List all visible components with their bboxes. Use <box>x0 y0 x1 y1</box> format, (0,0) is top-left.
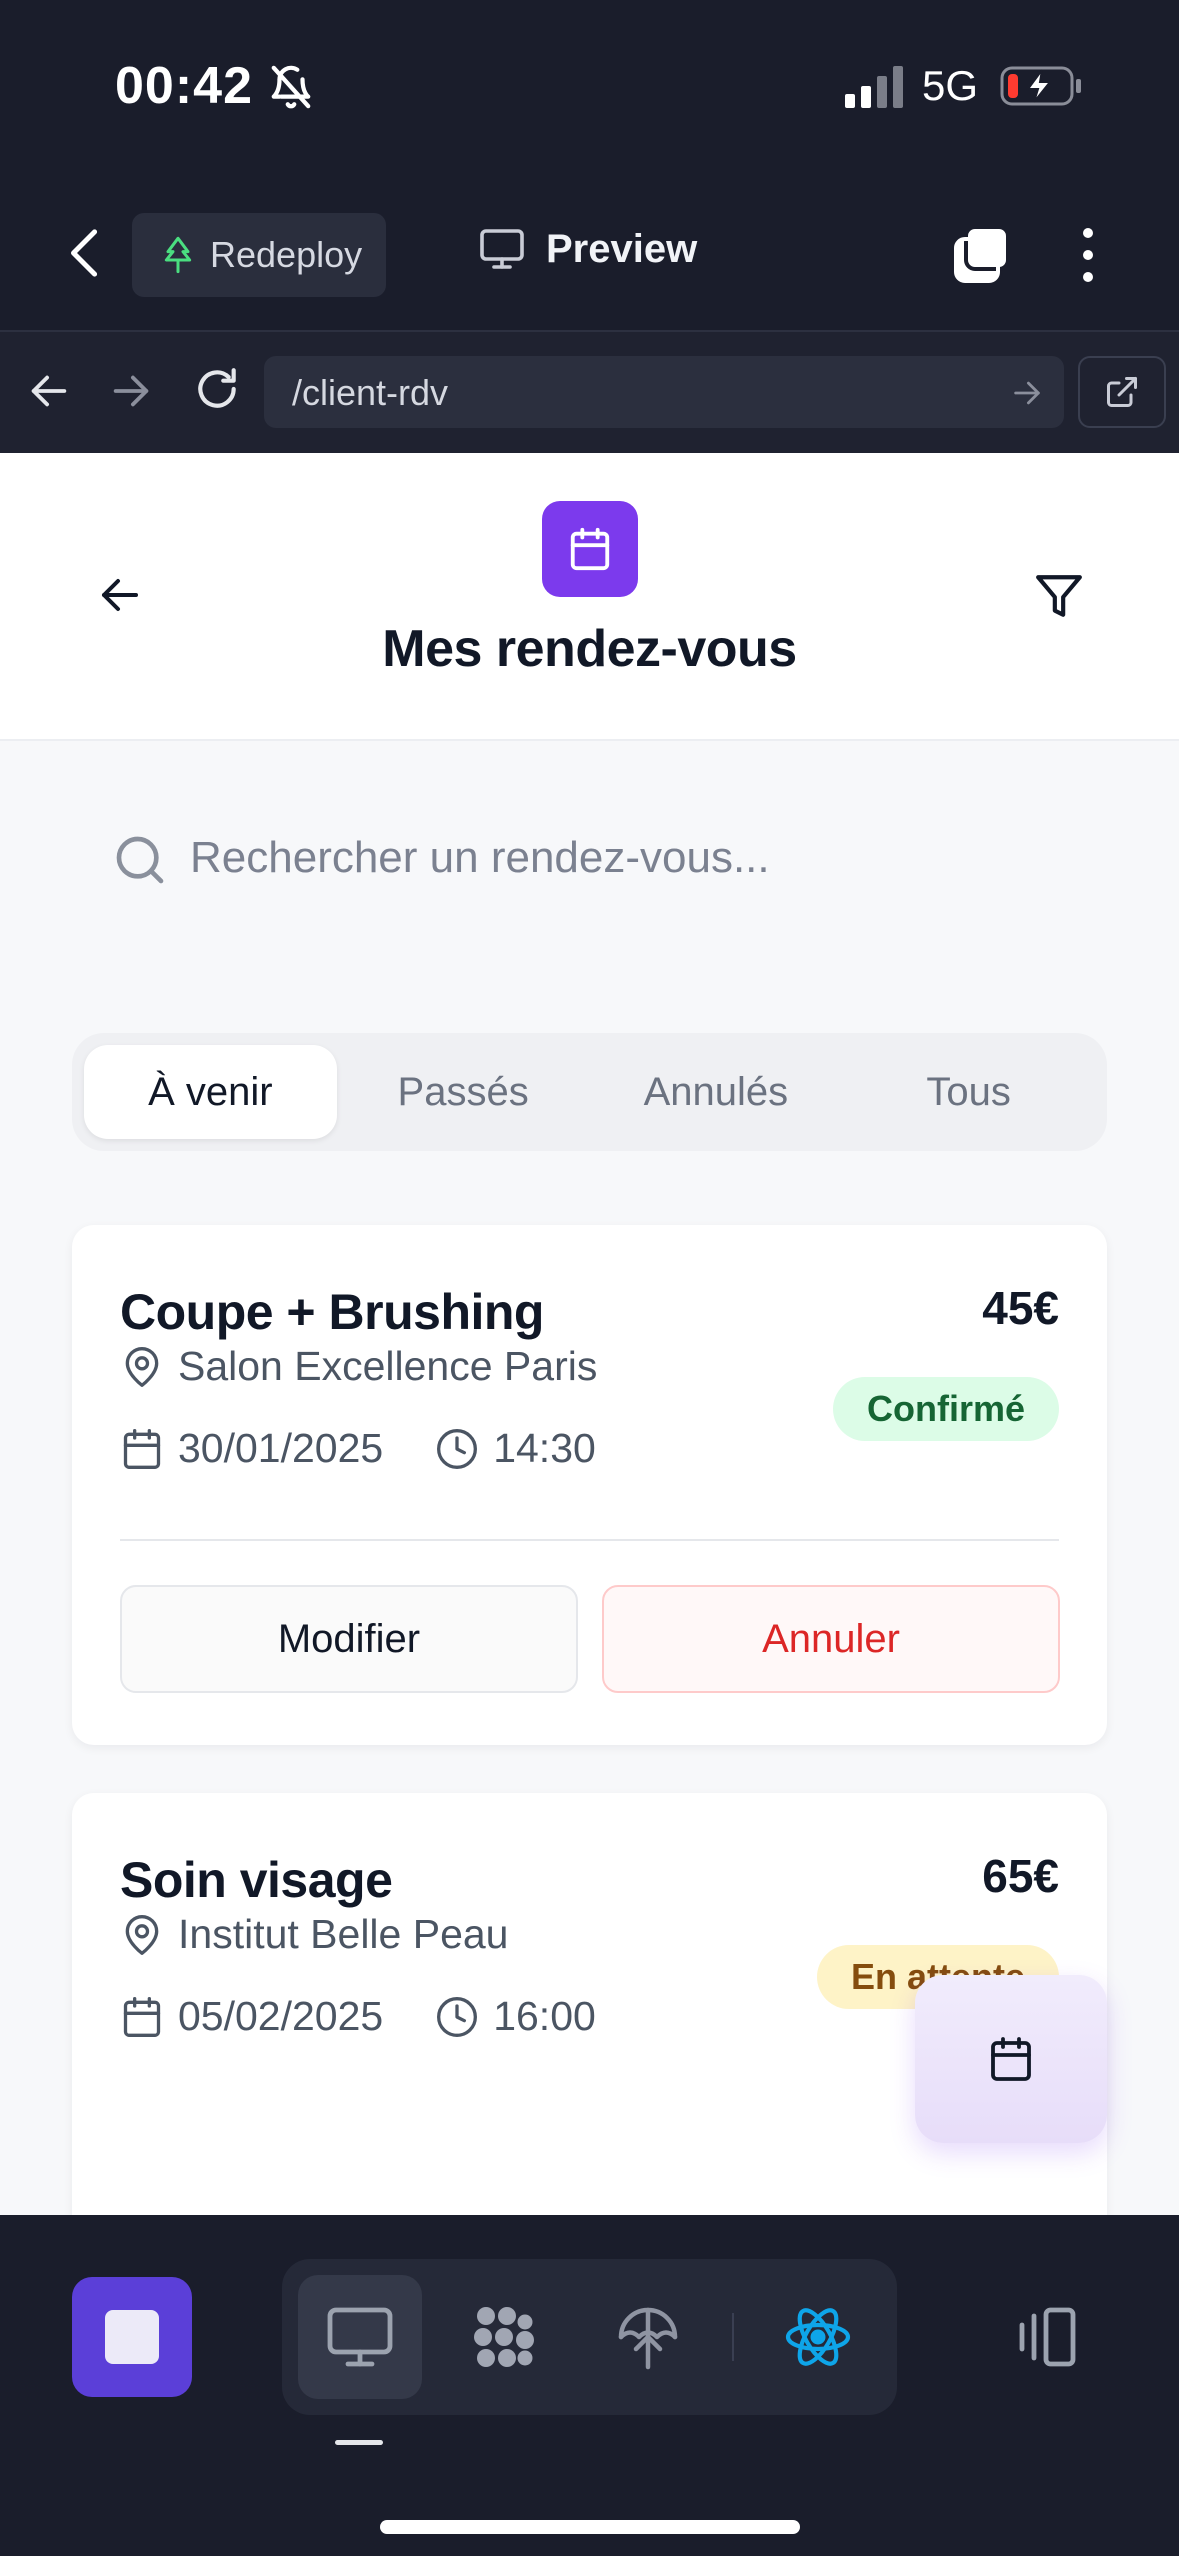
redeploy-button[interactable]: Redeploy <box>132 213 386 297</box>
price: 45€ <box>982 1282 1059 1334</box>
search-icon <box>116 836 164 884</box>
code-view-button[interactable] <box>442 2275 566 2399</box>
map-pin-icon <box>125 1346 159 1387</box>
stop-button[interactable] <box>72 2277 192 2397</box>
bottom-dock <box>0 2215 1179 2556</box>
app-logo <box>542 501 638 597</box>
react-view-button[interactable] <box>756 2275 880 2399</box>
card-divider <box>120 1539 1059 1541</box>
preview-view-button[interactable] <box>298 2275 422 2399</box>
stop-icon <box>105 2310 159 2364</box>
reload-icon[interactable] <box>192 364 242 414</box>
calendar-icon <box>123 1996 161 2037</box>
calendar-icon <box>991 2037 1031 2081</box>
url-field[interactable]: /client-rdv <box>264 356 1064 428</box>
arrow-left-icon[interactable] <box>96 571 144 619</box>
arrow-left-icon[interactable] <box>26 368 72 414</box>
location-text: Salon Excellence Paris <box>178 1343 598 1389</box>
filter-tabs: À venir Passés Annulés Tous <box>72 1033 1107 1151</box>
signal-icon <box>845 66 903 108</box>
bell-slash-icon <box>271 65 311 109</box>
clock-icon <box>437 1996 478 2037</box>
layout-panels-icon[interactable] <box>1010 2301 1082 2373</box>
clock-icon <box>437 1428 478 1469</box>
monitor-icon <box>327 2307 393 2367</box>
tab-upcoming[interactable]: À venir <box>84 1045 337 1139</box>
view-switcher <box>282 2259 897 2415</box>
page-header: Mes rendez-vous <box>0 453 1179 741</box>
deploy-view-button[interactable] <box>586 2275 710 2399</box>
location-row: Salon Excellence Paris <box>120 1343 597 1390</box>
datetime-row: 05/02/2025 16:00 <box>120 1993 596 2040</box>
calendar-icon <box>123 1428 161 1469</box>
redeploy-label: Redeploy <box>210 234 363 275</box>
datetime-row: 30/01/2025 14:30 <box>120 1425 596 1472</box>
map-pin-icon <box>125 1914 159 1955</box>
date-text: 30/01/2025 <box>178 1425 384 1471</box>
service-name: Coupe + Brushing <box>120 1284 544 1340</box>
calendar-icon <box>570 527 610 571</box>
active-indicator <box>335 2440 383 2445</box>
status-time: 00:42 <box>115 57 253 115</box>
modify-button[interactable]: Modifier <box>120 1585 578 1693</box>
more-vertical-icon[interactable] <box>1070 223 1106 287</box>
webview: Mes rendez-vous À venir Passés Annulés T… <box>0 453 1179 2215</box>
status-bar: 00:42 5G <box>0 0 1179 175</box>
external-link-icon <box>1107 377 1137 407</box>
deploy-icon <box>618 2307 678 2370</box>
time-group: 16:00 <box>435 1993 596 2040</box>
grid-dots-icon <box>474 2307 534 2367</box>
location-row: Institut Belle Peau <box>120 1911 508 1958</box>
tab-all[interactable]: Tous <box>842 1045 1095 1139</box>
address-bar: /client-rdv <box>0 330 1179 453</box>
status-badge: Confirmé <box>832 1377 1059 1441</box>
preview-button[interactable]: Preview <box>478 225 697 273</box>
battery-charging-icon <box>1000 66 1081 106</box>
network-type: 5G <box>922 62 979 109</box>
tabs-icon[interactable] <box>950 223 1014 287</box>
app-toolbar: Redeploy Preview <box>0 175 1179 330</box>
new-appointment-fab[interactable] <box>915 1975 1107 2143</box>
filter-icon[interactable] <box>1034 571 1084 621</box>
chevron-left-icon[interactable] <box>62 225 108 281</box>
monitor-icon <box>480 229 524 269</box>
time-text: 16:00 <box>493 1993 596 2039</box>
page-title: Mes rendez-vous <box>382 620 797 678</box>
home-indicator <box>380 2520 800 2534</box>
time-group: 14:30 <box>435 1425 596 1472</box>
price: 65€ <box>982 1850 1059 1902</box>
open-external-button[interactable] <box>1078 356 1166 428</box>
react-icon <box>785 2308 851 2366</box>
tab-past[interactable]: Passés <box>337 1045 590 1139</box>
arrow-go-icon[interactable] <box>1010 376 1044 410</box>
location-text: Institut Belle Peau <box>178 1911 509 1957</box>
preview-label: Preview <box>546 226 698 271</box>
search-bar <box>72 808 1107 908</box>
date-text: 05/02/2025 <box>178 1993 384 2039</box>
url-text: /client-rdv <box>292 372 449 413</box>
cancel-button[interactable]: Annuler <box>602 1585 1060 1693</box>
tab-cancelled[interactable]: Annulés <box>590 1045 843 1139</box>
arrow-right-icon[interactable] <box>108 368 154 414</box>
appointment-card[interactable]: Coupe + Brushing 45€ Salon Excellence Pa… <box>72 1225 1107 1745</box>
service-name: Soin visage <box>120 1852 393 1908</box>
time-text: 14:30 <box>493 1425 596 1471</box>
dock-separator <box>732 2313 734 2361</box>
search-input[interactable] <box>190 826 1070 890</box>
tree-icon <box>164 236 192 274</box>
